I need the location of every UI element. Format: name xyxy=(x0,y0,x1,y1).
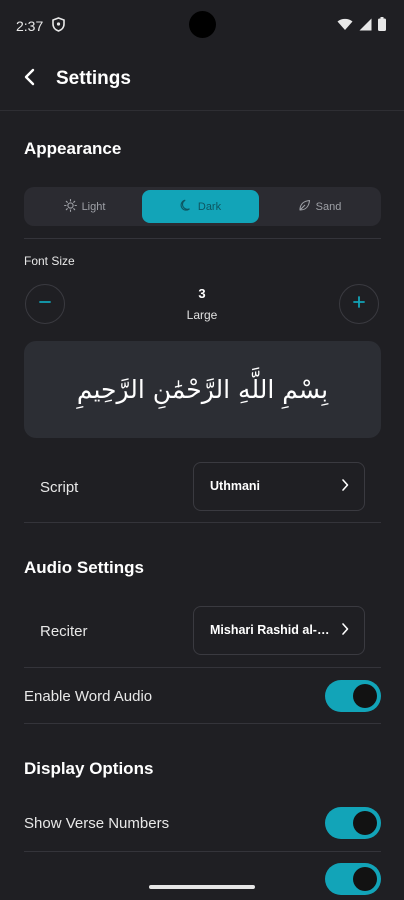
status-bar: 2:37 xyxy=(0,0,404,50)
theme-option-dark[interactable]: Dark xyxy=(142,190,259,223)
theme-option-sand[interactable]: Sand xyxy=(261,190,378,223)
verse-numbers-label: Show Verse Numbers xyxy=(24,815,170,832)
back-button[interactable] xyxy=(16,65,44,93)
font-size-value: 3 xyxy=(198,286,206,301)
leaf-icon xyxy=(298,199,311,215)
theme-selector: Light Dark Sand xyxy=(24,187,381,226)
toggle-knob xyxy=(353,867,377,891)
font-preview-card: بِسْمِ اللَّهِ الرَّحْمَٰنِ الرَّحِيمِ xyxy=(24,341,381,438)
theme-label-dark: Dark xyxy=(197,200,222,213)
shield-icon xyxy=(52,17,65,37)
script-label: Script xyxy=(40,479,79,496)
toggle-knob xyxy=(353,811,377,835)
word-audio-label: Enable Word Audio xyxy=(24,688,153,705)
theme-label-sand: Sand xyxy=(315,200,342,213)
header-divider xyxy=(0,110,404,111)
divider xyxy=(24,851,381,852)
reciter-select[interactable]: Mishari Rashid al-Afasy xyxy=(193,606,365,655)
divider xyxy=(24,723,381,724)
divider xyxy=(24,238,381,239)
theme-option-light[interactable]: Light xyxy=(27,190,142,223)
font-size-label: Font Size xyxy=(24,254,75,268)
status-icons xyxy=(337,17,386,36)
toggle-knob xyxy=(353,684,377,708)
display-section-title: Display Options xyxy=(24,759,154,778)
home-indicator[interactable] xyxy=(149,885,255,889)
chevron-right-icon xyxy=(340,621,350,642)
decrease-font-button[interactable] xyxy=(25,284,65,324)
status-time: 2:37 xyxy=(16,18,44,34)
script-select[interactable]: Uthmani xyxy=(193,462,365,511)
wifi-icon xyxy=(337,18,353,36)
divider xyxy=(24,522,381,523)
app-bar: Settings xyxy=(0,55,404,105)
verse-numbers-toggle[interactable] xyxy=(325,807,381,839)
chevron-right-icon xyxy=(340,477,350,498)
appearance-section-title: Appearance xyxy=(24,139,122,158)
plus-icon xyxy=(352,295,366,314)
divider xyxy=(24,667,381,668)
signal-icon xyxy=(359,18,372,36)
next-option-toggle[interactable] xyxy=(325,863,381,895)
page-title: Settings xyxy=(56,68,131,89)
increase-font-button[interactable] xyxy=(339,284,379,324)
moon-icon xyxy=(180,199,193,215)
audio-section-title: Audio Settings xyxy=(24,558,144,577)
reciter-value: Mishari Rashid al-Afasy xyxy=(210,623,330,637)
preview-text: بِسْمِ اللَّهِ الرَّحْمَٰنِ الرَّحِيمِ xyxy=(76,375,329,404)
script-value: Uthmani xyxy=(210,479,260,493)
chevron-left-icon xyxy=(23,68,37,91)
word-audio-toggle[interactable] xyxy=(325,680,381,712)
sun-icon xyxy=(63,198,77,215)
battery-icon xyxy=(378,17,386,36)
camera-cutout xyxy=(189,11,216,38)
minus-icon xyxy=(38,295,52,314)
font-size-name: Large xyxy=(186,308,218,322)
theme-label-light: Light xyxy=(81,200,106,213)
reciter-label: Reciter xyxy=(40,623,88,640)
